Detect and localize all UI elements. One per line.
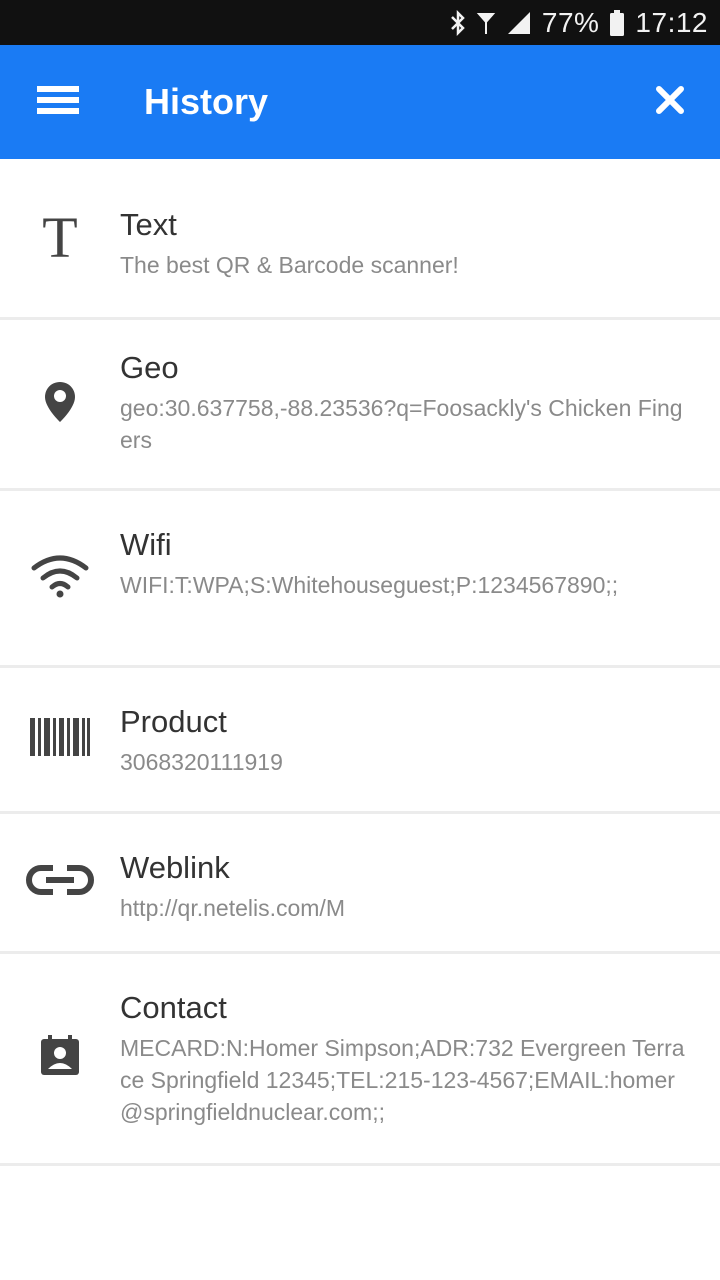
close-button[interactable]: [640, 72, 700, 132]
battery-percent: 77%: [541, 6, 600, 38]
hamburger-menu-icon: [37, 84, 79, 121]
history-item-content: MECARD:N:Homer Simpson;ADR:732 Evergreen…: [120, 1035, 685, 1125]
status-bar: 77% 17:12: [0, 0, 720, 45]
history-item-title: Wifi: [120, 527, 172, 562]
history-item-title: Text: [120, 207, 177, 242]
app-bar: History: [0, 45, 720, 159]
history-item-geo[interactable]: Geo geo:30.637758,-88.23536?q=Foosackly'…: [0, 320, 720, 491]
battery-icon: [609, 9, 625, 37]
history-item-content: WIFI:T:WPA;S:Whitehouseguest;P:123456789…: [120, 572, 619, 598]
history-item-content: geo:30.637758,-88.23536?q=Foosackly's Ch…: [120, 395, 683, 453]
barcode-icon: [30, 718, 90, 761]
text-icon: T: [42, 205, 78, 270]
clock: 17:12: [635, 6, 708, 38]
history-item-contact[interactable]: Contact MECARD:N:Homer Simpson;ADR:732 E…: [0, 954, 720, 1166]
page-title: History: [144, 81, 269, 122]
bluetooth-icon: [450, 9, 466, 36]
wifi-icon: [30, 554, 90, 603]
history-item-title: Product: [120, 704, 227, 739]
contact-card-icon: [39, 1035, 81, 1082]
signal-icon: [506, 10, 532, 36]
history-item-title: Weblink: [120, 850, 230, 885]
menu-button[interactable]: [28, 72, 88, 132]
history-item-content: The best QR & Barcode scanner!: [120, 252, 459, 278]
history-item-content: 3068320111919: [120, 749, 283, 775]
link-icon: [25, 861, 95, 904]
history-list: T Text The best QR & Barcode scanner! Ge…: [0, 159, 720, 1166]
history-item-wifi[interactable]: Wifi WIFI:T:WPA;S:Whitehouseguest;P:1234…: [0, 491, 720, 668]
location-pin-icon: [43, 380, 77, 429]
history-item-content: http://qr.netelis.com/M: [120, 895, 345, 921]
history-item-weblink[interactable]: Weblink http://qr.netelis.com/M: [0, 814, 720, 954]
nfc-icon: [476, 10, 496, 36]
history-item-title: Geo: [120, 350, 179, 385]
history-item-product[interactable]: Product 3068320111919: [0, 668, 720, 814]
history-item-text[interactable]: T Text The best QR & Barcode scanner!: [0, 159, 720, 320]
history-item-title: Contact: [120, 990, 227, 1025]
close-icon: [655, 85, 685, 120]
